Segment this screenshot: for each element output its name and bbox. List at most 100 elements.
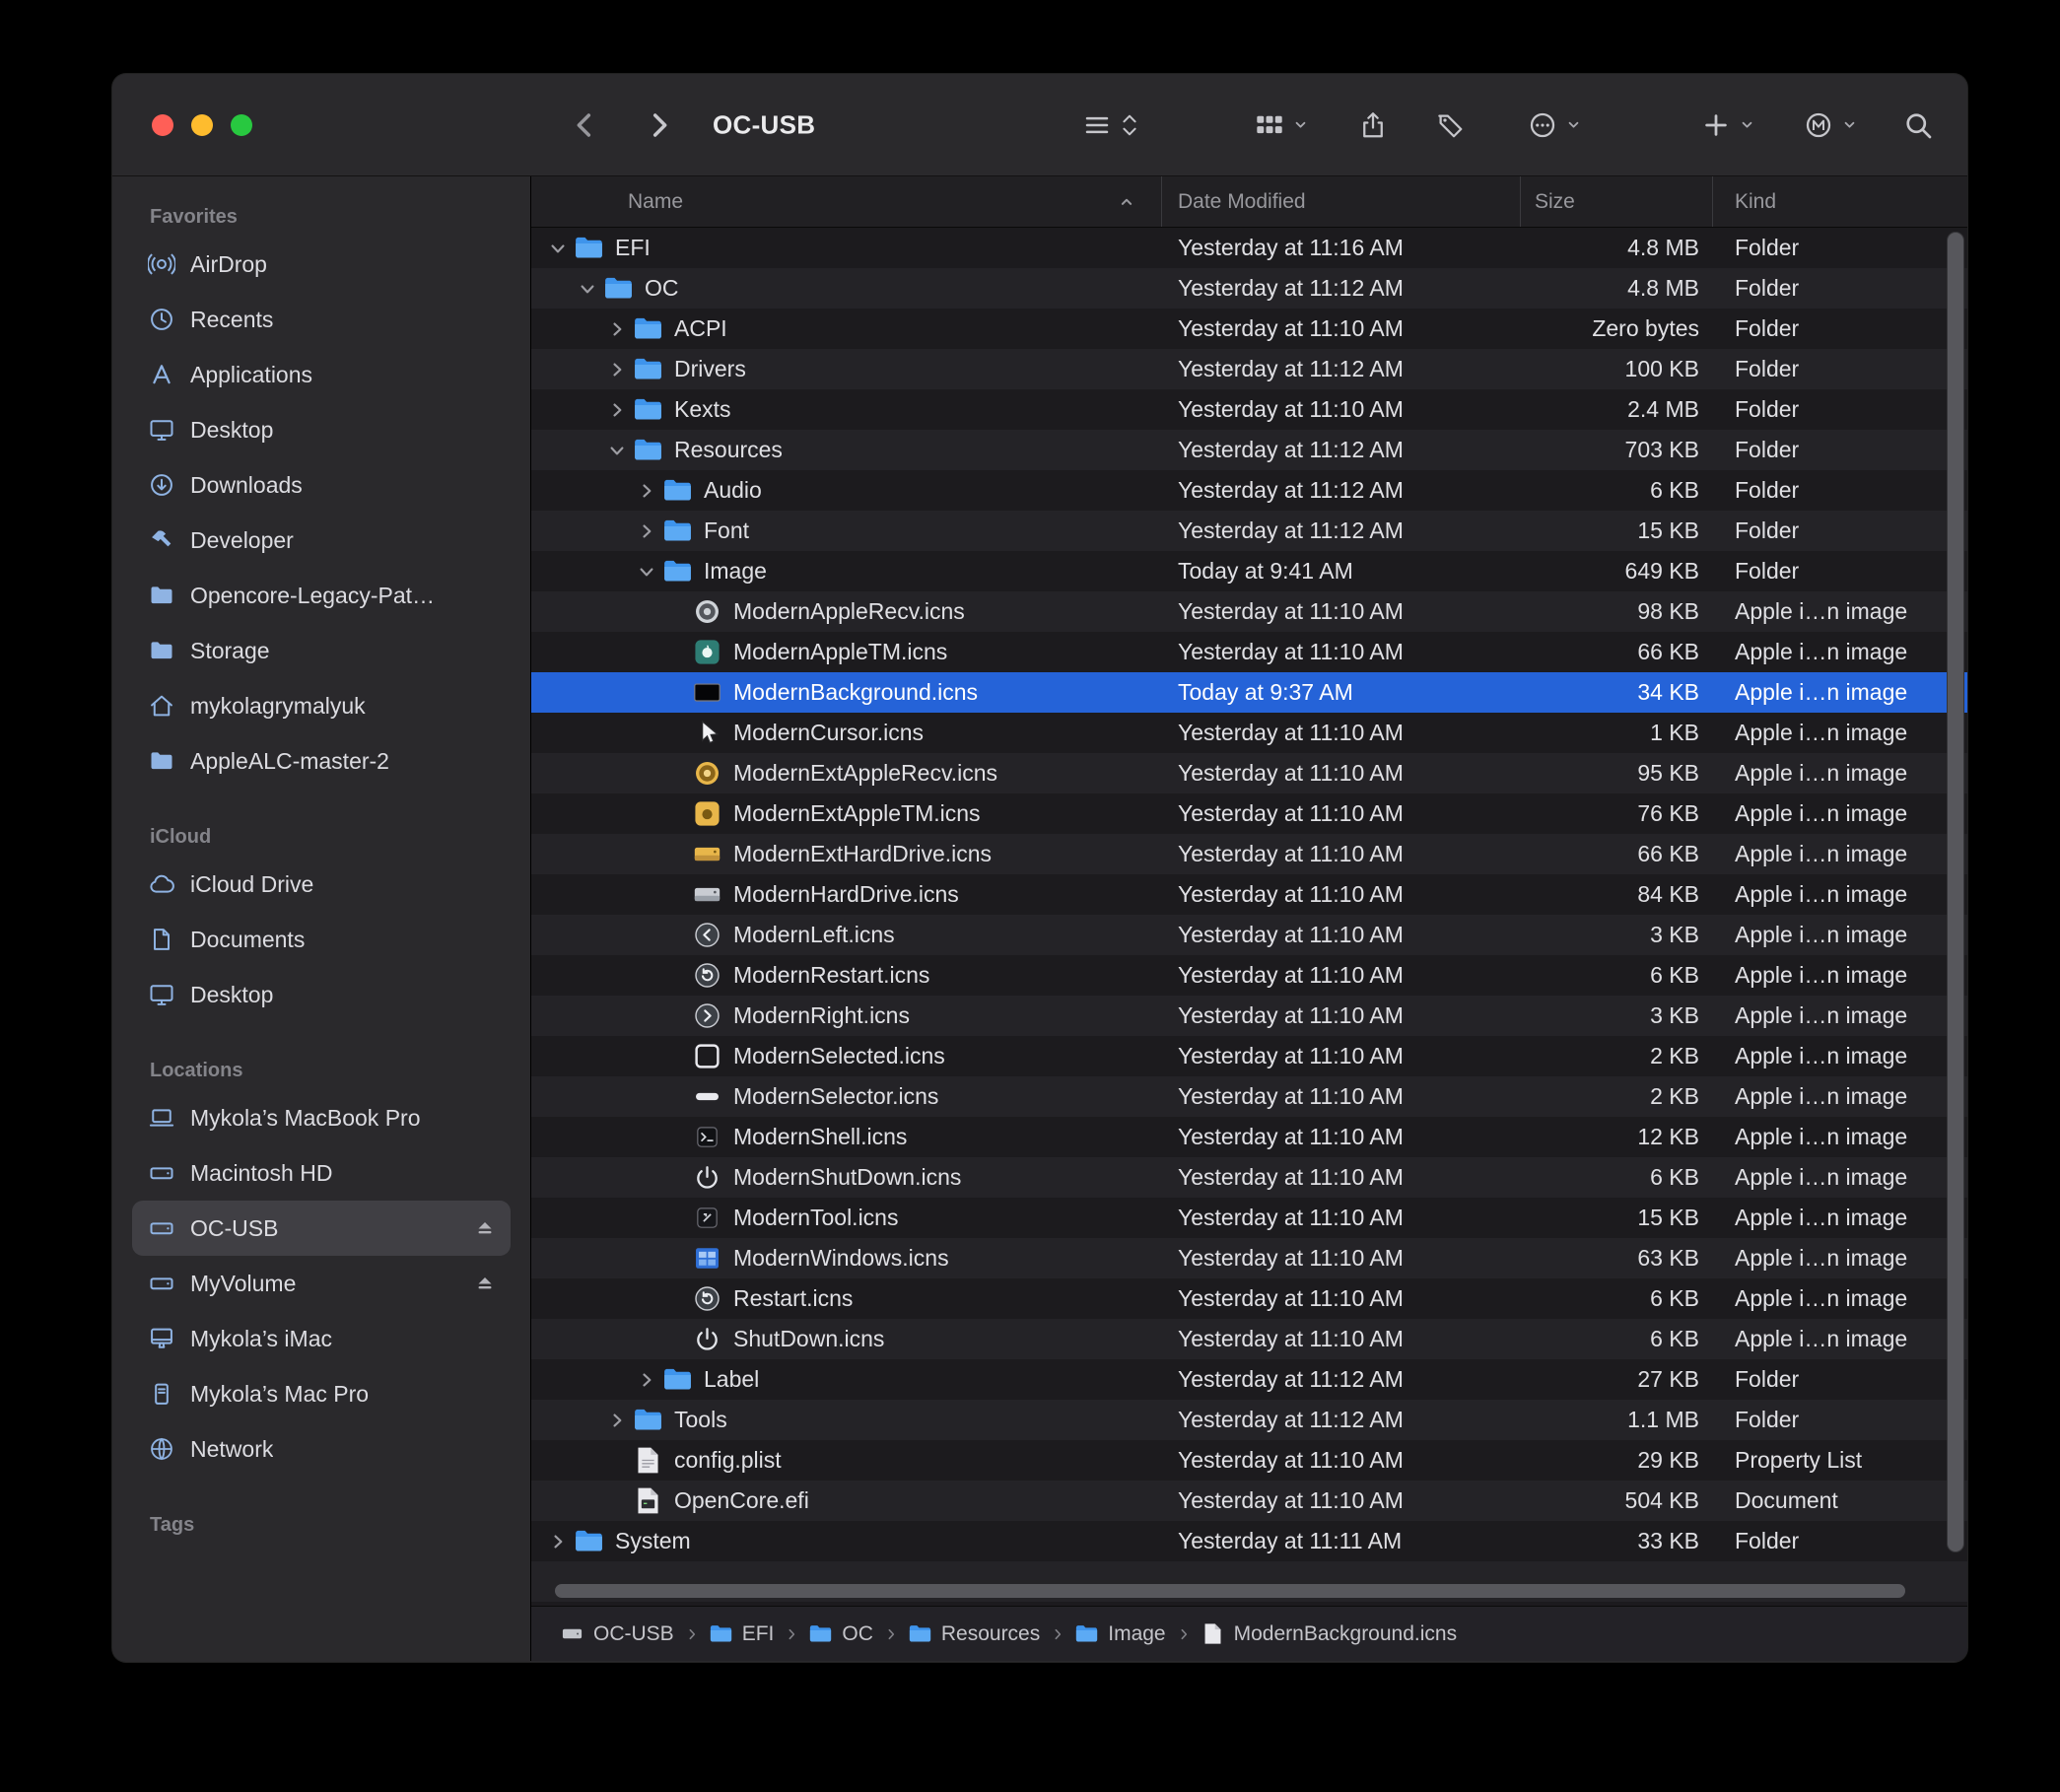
sidebar-item-airdrop[interactable]: AirDrop — [132, 237, 511, 292]
imac-icon — [148, 1325, 175, 1352]
vertical-scrollbar[interactable] — [1947, 232, 1964, 1552]
folder-file-icon — [634, 314, 662, 343]
disclosure-down-icon[interactable] — [573, 274, 602, 304]
sidebar-item-network[interactable]: Network — [132, 1421, 511, 1477]
windows-thumbnail-icon — [693, 1244, 721, 1273]
file-row-opencore-efi[interactable]: OpenCore.efi Yesterday at 11:10 AM 504 K… — [531, 1481, 1967, 1521]
path-item-image[interactable]: Image — [1075, 1622, 1165, 1646]
file-row-tools[interactable]: Tools Yesterday at 11:12 AM 1.1 MB Folde… — [531, 1400, 1967, 1440]
sidebar-item-applealc-master-2[interactable]: AppleALC-master-2 — [132, 733, 511, 789]
disclosure-down-icon[interactable] — [602, 436, 632, 465]
file-row-modernshell-icns[interactable]: ModernShell.icns Yesterday at 11:10 AM 1… — [531, 1117, 1967, 1157]
file-row-modernrestart-icns[interactable]: ModernRestart.icns Yesterday at 11:10 AM… — [531, 955, 1967, 996]
disclosure-down-icon[interactable] — [632, 557, 661, 586]
horizontal-scrollbar[interactable] — [555, 1584, 1905, 1598]
file-row-font[interactable]: Font Yesterday at 11:12 AM 15 KB Folder — [531, 511, 1967, 551]
file-row-modernleft-icns[interactable]: ModernLeft.icns Yesterday at 11:10 AM 3 … — [531, 915, 1967, 955]
path-item-modernbackground-icns[interactable]: ModernBackground.icns — [1202, 1622, 1457, 1646]
file-row-efi[interactable]: EFI Yesterday at 11:16 AM 4.8 MB Folder — [531, 228, 1967, 268]
forward-button[interactable] — [643, 109, 674, 141]
sidebar-item-icloud-drive[interactable]: iCloud Drive — [132, 857, 511, 912]
file-row-modernextappletm-icns[interactable]: ModernExtAppleTM.icns Yesterday at 11:10… — [531, 793, 1967, 834]
sidebar-item-myvolume[interactable]: MyVolume — [132, 1256, 511, 1311]
file-row-modernselected-icns[interactable]: ModernSelected.icns Yesterday at 11:10 A… — [531, 1036, 1967, 1076]
path-item-efi[interactable]: EFI — [710, 1622, 775, 1646]
disclosure-spacer — [661, 1325, 691, 1354]
file-row-image[interactable]: Image Today at 9:41 AM 649 KB Folder — [531, 551, 1967, 591]
file-row-modernextapplerecv-icns[interactable]: ModernExtAppleRecv.icns Yesterday at 11:… — [531, 753, 1967, 793]
file-row-modernharddrive-icns[interactable]: ModernHardDrive.icns Yesterday at 11:10 … — [531, 874, 1967, 915]
disclosure-right-icon[interactable] — [632, 1365, 661, 1395]
sidebar-item-storage[interactable]: Storage — [132, 623, 511, 678]
back-button[interactable] — [570, 109, 601, 141]
eject-icon[interactable] — [473, 1272, 497, 1295]
file-row-oc[interactable]: OC Yesterday at 11:12 AM 4.8 MB Folder — [531, 268, 1967, 309]
file-row-modernshutdown-icns[interactable]: ModernShutDown.icns Yesterday at 11:10 A… — [531, 1157, 1967, 1198]
file-row-modernbackground-icns[interactable]: ModernBackground.icns Today at 9:37 AM 3… — [531, 672, 1967, 713]
share-button[interactable] — [1358, 110, 1388, 140]
view-options-button[interactable] — [1082, 110, 1139, 140]
sidebar-item-opencore-legacy-pat[interactable]: Opencore-Legacy-Pat… — [132, 568, 511, 623]
path-item-oc[interactable]: OC — [809, 1622, 873, 1646]
disclosure-right-icon[interactable] — [543, 1527, 573, 1556]
file-row-restart-icns[interactable]: Restart.icns Yesterday at 11:10 AM 6 KB … — [531, 1278, 1967, 1319]
file-row-modernselector-icns[interactable]: ModernSelector.icns Yesterday at 11:10 A… — [531, 1076, 1967, 1117]
file-row-modernapplerecv-icns[interactable]: ModernAppleRecv.icns Yesterday at 11:10 … — [531, 591, 1967, 632]
file-kind: Apple i…n image — [1713, 1043, 1967, 1069]
file-row-shutdown-icns[interactable]: ShutDown.icns Yesterday at 11:10 AM 6 KB… — [531, 1319, 1967, 1359]
path-item-oc-usb[interactable]: OC-USB — [561, 1622, 674, 1646]
sidebar-item-desktop[interactable]: Desktop — [132, 967, 511, 1022]
search-button[interactable] — [1902, 109, 1934, 141]
disclosure-spacer — [602, 1446, 632, 1476]
more-actions-button[interactable] — [1528, 110, 1582, 140]
file-row-config-plist[interactable]: config.plist Yesterday at 11:10 AM 29 KB… — [531, 1440, 1967, 1481]
sidebar-item-downloads[interactable]: Downloads — [132, 457, 511, 513]
group-button[interactable] — [1255, 110, 1309, 140]
file-row-label[interactable]: Label Yesterday at 11:12 AM 27 KB Folder — [531, 1359, 1967, 1400]
sidebar-item-mykola-s-macbook-pro[interactable]: Mykola’s MacBook Pro — [132, 1090, 511, 1145]
disclosure-right-icon[interactable] — [602, 355, 632, 384]
add-button[interactable] — [1701, 110, 1755, 140]
account-menu-button[interactable] — [1804, 110, 1858, 140]
path-item-resources[interactable]: Resources — [909, 1622, 1040, 1646]
disclosure-down-icon[interactable] — [543, 234, 573, 263]
file-row-kexts[interactable]: Kexts Yesterday at 11:10 AM 2.4 MB Folde… — [531, 389, 1967, 430]
sidebar-item-documents[interactable]: Documents — [132, 912, 511, 967]
file-row-modernextharddrive-icns[interactable]: ModernExtHardDrive.icns Yesterday at 11:… — [531, 834, 1967, 874]
zoom-button[interactable] — [231, 114, 252, 136]
file-row-moderntool-icns[interactable]: ModernTool.icns Yesterday at 11:10 AM 15… — [531, 1198, 1967, 1238]
column-header-name[interactable]: Name — [531, 176, 1162, 227]
file-kind: Apple i…n image — [1713, 1326, 1967, 1352]
eject-icon[interactable] — [473, 1216, 497, 1240]
sidebar-item-mykolagrymalyuk[interactable]: mykolagrymalyuk — [132, 678, 511, 733]
sidebar-item-oc-usb[interactable]: OC-USB — [132, 1201, 511, 1256]
file-row-resources[interactable]: Resources Yesterday at 11:12 AM 703 KB F… — [531, 430, 1967, 470]
tag-button[interactable] — [1435, 110, 1465, 140]
sidebar-item-recents[interactable]: Recents — [132, 292, 511, 347]
file-row-acpi[interactable]: ACPI Yesterday at 11:10 AM Zero bytes Fo… — [531, 309, 1967, 349]
file-row-modernappletm-icns[interactable]: ModernAppleTM.icns Yesterday at 11:10 AM… — [531, 632, 1967, 672]
file-name-cell: config.plist — [531, 1446, 1162, 1476]
disclosure-right-icon[interactable] — [602, 1406, 632, 1435]
column-header-kind[interactable]: Kind — [1713, 176, 1967, 227]
sidebar-item-desktop[interactable]: Desktop — [132, 402, 511, 457]
disclosure-right-icon[interactable] — [632, 476, 661, 506]
sidebar-item-developer[interactable]: Developer — [132, 513, 511, 568]
sidebar-item-applications[interactable]: Applications — [132, 347, 511, 402]
column-header-size[interactable]: Size — [1521, 176, 1713, 227]
sidebar-item-mykola-s-mac-pro[interactable]: Mykola’s Mac Pro — [132, 1366, 511, 1421]
close-button[interactable] — [152, 114, 173, 136]
disclosure-right-icon[interactable] — [602, 314, 632, 344]
column-header-date-modified[interactable]: Date Modified — [1162, 176, 1521, 227]
file-row-moderncursor-icns[interactable]: ModernCursor.icns Yesterday at 11:10 AM … — [531, 713, 1967, 753]
file-row-audio[interactable]: Audio Yesterday at 11:12 AM 6 KB Folder — [531, 470, 1967, 511]
sidebar-item-mykola-s-imac[interactable]: Mykola’s iMac — [132, 1311, 511, 1366]
file-row-drivers[interactable]: Drivers Yesterday at 11:12 AM 100 KB Fol… — [531, 349, 1967, 389]
minimize-button[interactable] — [191, 114, 213, 136]
disclosure-right-icon[interactable] — [632, 517, 661, 546]
sidebar-item-macintosh-hd[interactable]: Macintosh HD — [132, 1145, 511, 1201]
file-row-system[interactable]: System Yesterday at 11:11 AM 33 KB Folde… — [531, 1521, 1967, 1561]
file-row-modernwindows-icns[interactable]: ModernWindows.icns Yesterday at 11:10 AM… — [531, 1238, 1967, 1278]
file-row-modernright-icns[interactable]: ModernRight.icns Yesterday at 11:10 AM 3… — [531, 996, 1967, 1036]
disclosure-right-icon[interactable] — [602, 395, 632, 425]
